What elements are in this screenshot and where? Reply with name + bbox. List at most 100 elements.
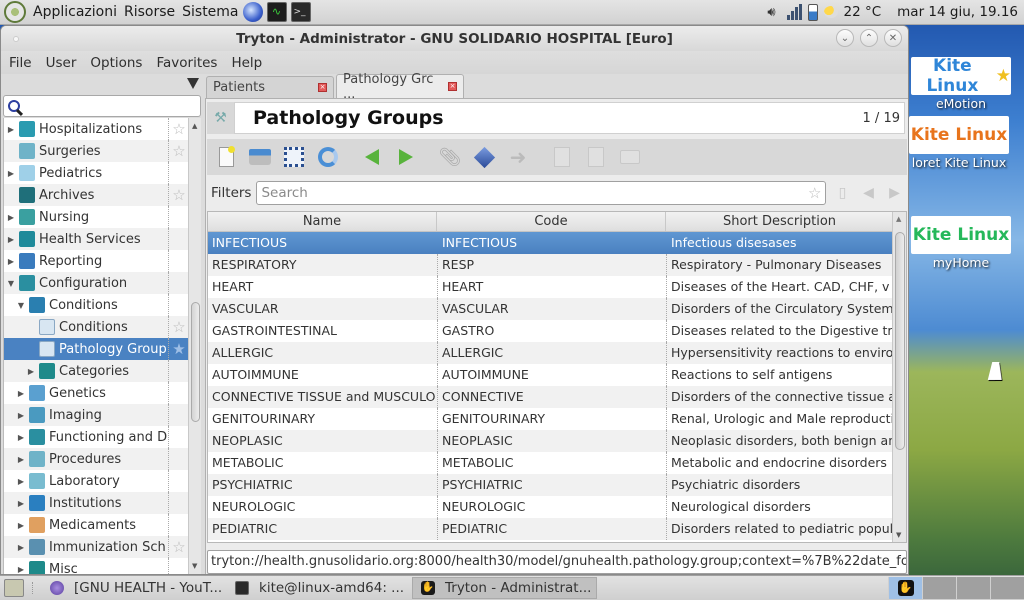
sidebar-item-conditions[interactable]: ▼ Conditions bbox=[4, 294, 188, 316]
table-row[interactable]: INFECTIOUS INFECTIOUS Infectious disesases bbox=[208, 232, 906, 254]
previous-page-icon[interactable]: ◀ bbox=[858, 183, 878, 203]
distro-logo-icon[interactable] bbox=[4, 1, 26, 23]
url-field[interactable]: tryton://health.gnusolidario.org:8000/he… bbox=[207, 550, 907, 574]
collapsed-arrow-icon[interactable]: ▶ bbox=[16, 499, 26, 508]
panel-menu-applications[interactable]: Applicazioni bbox=[33, 4, 117, 20]
workspace-1[interactable]: ✋ bbox=[888, 577, 922, 599]
workspace-4[interactable] bbox=[990, 577, 1024, 599]
scrollbar-thumb[interactable] bbox=[895, 232, 905, 450]
temperature-readout[interactable]: 22 °C bbox=[844, 4, 882, 20]
sidebar-item-conditions[interactable]: Conditions ☆ bbox=[4, 316, 188, 338]
sidebar-item-hospitalizations[interactable]: ▶ Hospitalizations ☆ bbox=[4, 118, 188, 140]
scroll-down-arrow-icon[interactable]: ▼ bbox=[192, 562, 197, 570]
table-row[interactable]: PEDIATRIC PEDIATRIC Disorders related to p… bbox=[208, 518, 906, 540]
sidebar-item-institutions[interactable]: ▶ Institutions bbox=[4, 492, 188, 514]
table-row[interactable]: NEOPLASIC NEOPLASIC Neoplasic disorders, b… bbox=[208, 430, 906, 452]
partly-cloudy-icon[interactable] bbox=[823, 6, 838, 18]
workspace-3[interactable] bbox=[956, 577, 990, 599]
tab-pathology-groups[interactable]: Pathology Grc ... × bbox=[336, 72, 464, 102]
collapsed-arrow-icon[interactable]: ▶ bbox=[16, 411, 26, 420]
sidebar-item-medicaments[interactable]: ▶ Medicaments bbox=[4, 514, 188, 536]
new-record-button[interactable] bbox=[213, 144, 239, 170]
manage-bookmarks-icon[interactable]: ▯ bbox=[832, 183, 852, 203]
panel-menu-system[interactable]: Sistema bbox=[182, 4, 238, 20]
sidebar-item-archives[interactable]: Archives ☆ bbox=[4, 184, 188, 206]
collapsed-arrow-icon[interactable]: ▶ bbox=[16, 565, 26, 574]
scroll-down-arrow-icon[interactable]: ▼ bbox=[896, 531, 901, 539]
menu-user[interactable]: User bbox=[39, 55, 84, 71]
battery-icon[interactable] bbox=[807, 3, 818, 21]
relate-button[interactable]: ➜ bbox=[505, 144, 531, 170]
table-row[interactable]: NEUROLOGIC NEUROLOGIC Neurological disorde… bbox=[208, 496, 906, 518]
minimize-button[interactable]: ⌄ bbox=[836, 29, 854, 47]
next-record-button[interactable] bbox=[393, 144, 419, 170]
sidebar-item-pediatrics[interactable]: ▶ Pediatrics bbox=[4, 162, 188, 184]
table-row[interactable]: RESPIRATORY RESP Respiratory - Pulmonary D… bbox=[208, 254, 906, 276]
attachment-button[interactable]: 📎︎ bbox=[437, 144, 463, 170]
column-header-name[interactable]: Name bbox=[208, 212, 437, 231]
favorite-star-icon[interactable]: ☆ bbox=[168, 140, 188, 162]
favorite-star-icon[interactable]: ☆ bbox=[168, 316, 188, 338]
sidebar-item-imaging[interactable]: ▶ Imaging bbox=[4, 404, 188, 426]
close-button[interactable]: ✕ bbox=[884, 29, 902, 47]
table-row[interactable]: HEART HEART Diseases of the Heart. CAD, CH… bbox=[208, 276, 906, 298]
table-row[interactable]: AUTOIMMUNE AUTOIMMUNE Reactions to self an… bbox=[208, 364, 906, 386]
collapsed-arrow-icon[interactable]: ▶ bbox=[6, 169, 16, 178]
desktop-icon-loret-kite-linux[interactable]: Kite Linux loret Kite Linux bbox=[909, 116, 1009, 170]
expanded-arrow-icon[interactable]: ▼ bbox=[6, 279, 16, 288]
menu-favorites[interactable]: Favorites bbox=[149, 55, 224, 71]
sidebar-item-pathology-group[interactable]: Pathology Group ★ bbox=[4, 338, 188, 360]
favorite-star-icon[interactable]: ★ bbox=[168, 338, 188, 360]
taskbar-item[interactable]: ✋ Tryton - Administrat... bbox=[412, 577, 597, 599]
panel-menu-places[interactable]: Risorse bbox=[124, 4, 175, 20]
sidebar-item-health-services[interactable]: ▶ Health Services bbox=[4, 228, 188, 250]
system-monitor-icon[interactable]: ∿ bbox=[266, 2, 287, 22]
window-titlebar[interactable]: Tryton - Administrator - GNU SOLIDARIO H… bbox=[1, 26, 908, 51]
table-row[interactable]: METABOLIC METABOLIC Metabolic and endocrin… bbox=[208, 452, 906, 474]
maximize-button[interactable]: ⌃ bbox=[860, 29, 878, 47]
tab-patients[interactable]: Patients × bbox=[206, 76, 334, 98]
collapsed-arrow-icon[interactable]: ▶ bbox=[16, 477, 26, 486]
workspace-2[interactable] bbox=[922, 577, 956, 599]
collapsed-arrow-icon[interactable]: ▶ bbox=[6, 213, 16, 222]
collapsed-arrow-icon[interactable]: ▶ bbox=[16, 543, 26, 552]
menu-help[interactable]: Help bbox=[224, 55, 269, 71]
table-row[interactable]: CONNECTIVE TISSUE and MUSCULO CONNECTIVE D… bbox=[208, 386, 906, 408]
table-row[interactable]: GASTROINTESTINAL GASTRO Diseases related t… bbox=[208, 320, 906, 342]
menu-options[interactable]: Options bbox=[83, 55, 149, 71]
sidebar-item-procedures[interactable]: ▶ Procedures bbox=[4, 448, 188, 470]
sidebar-item-reporting[interactable]: ▶ Reporting bbox=[4, 250, 188, 272]
close-tab-icon[interactable]: × bbox=[318, 83, 327, 92]
sidebar-item-misc[interactable]: ▶ Misc bbox=[4, 558, 188, 574]
column-header-short-description[interactable]: Short Description bbox=[666, 212, 894, 231]
pane-dropdown-arrow-icon[interactable] bbox=[187, 78, 199, 89]
show-desktop-icon[interactable] bbox=[4, 579, 24, 597]
sidebar-item-laboratory[interactable]: ▶ Laboratory bbox=[4, 470, 188, 492]
menu-search-input[interactable] bbox=[3, 95, 201, 117]
sidebar-item-genetics[interactable]: ▶ Genetics bbox=[4, 382, 188, 404]
action-button[interactable] bbox=[471, 144, 497, 170]
favorite-star-icon[interactable]: ☆ bbox=[168, 536, 188, 558]
report-button[interactable] bbox=[549, 144, 575, 170]
collapsed-arrow-icon[interactable]: ▶ bbox=[26, 367, 36, 376]
previous-record-button[interactable] bbox=[359, 144, 385, 170]
filters-button[interactable]: Filters bbox=[211, 185, 251, 201]
bookmark-star-icon[interactable]: ☆ bbox=[808, 184, 821, 202]
collapsed-arrow-icon[interactable]: ▶ bbox=[16, 455, 26, 464]
collapsed-arrow-icon[interactable]: ▶ bbox=[6, 235, 16, 244]
favorite-star-icon[interactable]: ☆ bbox=[168, 184, 188, 206]
menu-file[interactable]: File bbox=[1, 55, 39, 71]
table-scrollbar[interactable]: ▲ ▼ bbox=[892, 212, 906, 542]
sidebar-item-categories[interactable]: ▶ Categories bbox=[4, 360, 188, 382]
print-button[interactable] bbox=[617, 144, 643, 170]
table-row[interactable]: GENITOURINARY GENITOURINARY Renal, Urologi… bbox=[208, 408, 906, 430]
scrollbar-thumb[interactable] bbox=[191, 302, 200, 422]
taskbar-item[interactable]: kite@linux-amd64: ... bbox=[227, 577, 412, 599]
table-row[interactable]: PSYCHIATRIC PSYCHIATRIC Psychiatric disord… bbox=[208, 474, 906, 496]
window-menu-dot-icon[interactable] bbox=[13, 36, 19, 42]
browser-globe-icon[interactable] bbox=[242, 2, 263, 22]
favorite-star-icon[interactable]: ☆ bbox=[168, 118, 188, 140]
sidebar-item-surgeries[interactable]: Surgeries ☆ bbox=[4, 140, 188, 162]
desktop-icon-emotion[interactable]: Kite Linux ★ eMotion bbox=[911, 56, 1011, 111]
speaker-icon[interactable]: 🔊︎ bbox=[763, 3, 781, 21]
